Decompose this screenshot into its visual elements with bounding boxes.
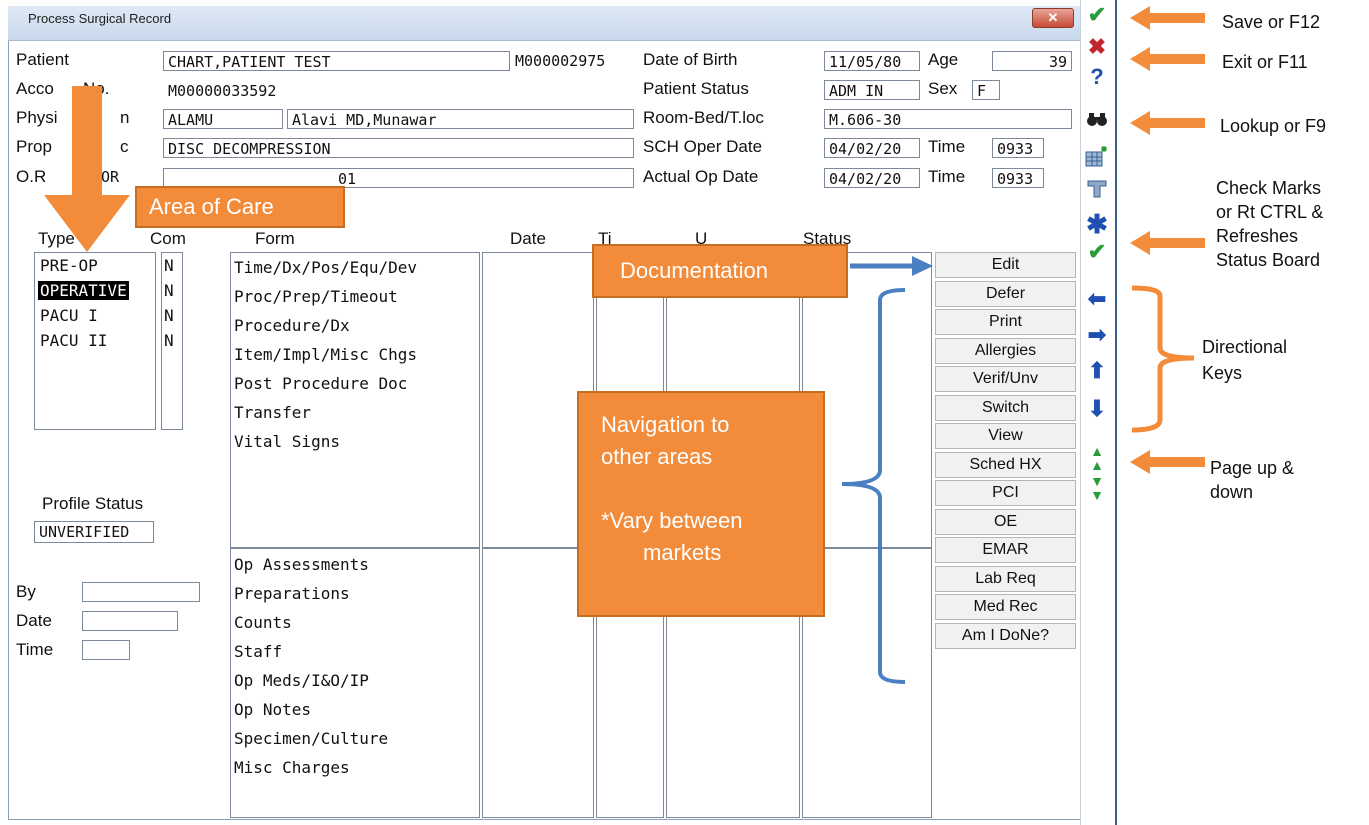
- navigation-line-1: Navigation to: [601, 412, 730, 437]
- area-of-care-callout: Area of Care: [135, 186, 345, 228]
- navigation-line-5: markets: [643, 540, 722, 565]
- directional-line-1: Directional: [1202, 337, 1288, 357]
- navigation-line-2: other areas: [601, 444, 713, 469]
- check-marks-line-3: Refreshes: [1216, 226, 1299, 246]
- navigation-line-4: *Vary between: [601, 508, 743, 533]
- navigation-callout: Navigation to other areas *Vary between …: [577, 391, 825, 617]
- page-line-2: down: [1210, 482, 1254, 502]
- directional-line-2: Keys: [1202, 363, 1243, 383]
- directional-note: Directional Keys: [1202, 334, 1287, 386]
- documentation-callout: Documentation: [592, 244, 848, 298]
- save-note: Save or F12: [1222, 12, 1321, 32]
- check-marks-note: Check Marks or Rt CTRL & Refreshes Statu…: [1216, 176, 1323, 272]
- navigation-line-3: [601, 473, 823, 505]
- exit-note: Exit or F11: [1222, 52, 1308, 72]
- page-note: Page up & down: [1210, 456, 1294, 504]
- check-marks-line-1: Check Marks: [1216, 178, 1322, 198]
- check-marks-line-4: Status Board: [1216, 250, 1321, 270]
- check-marks-line-2: or Rt CTRL &: [1216, 202, 1324, 222]
- page-line-1: Page up &: [1210, 458, 1295, 478]
- lookup-note: Lookup or F9: [1220, 116, 1327, 136]
